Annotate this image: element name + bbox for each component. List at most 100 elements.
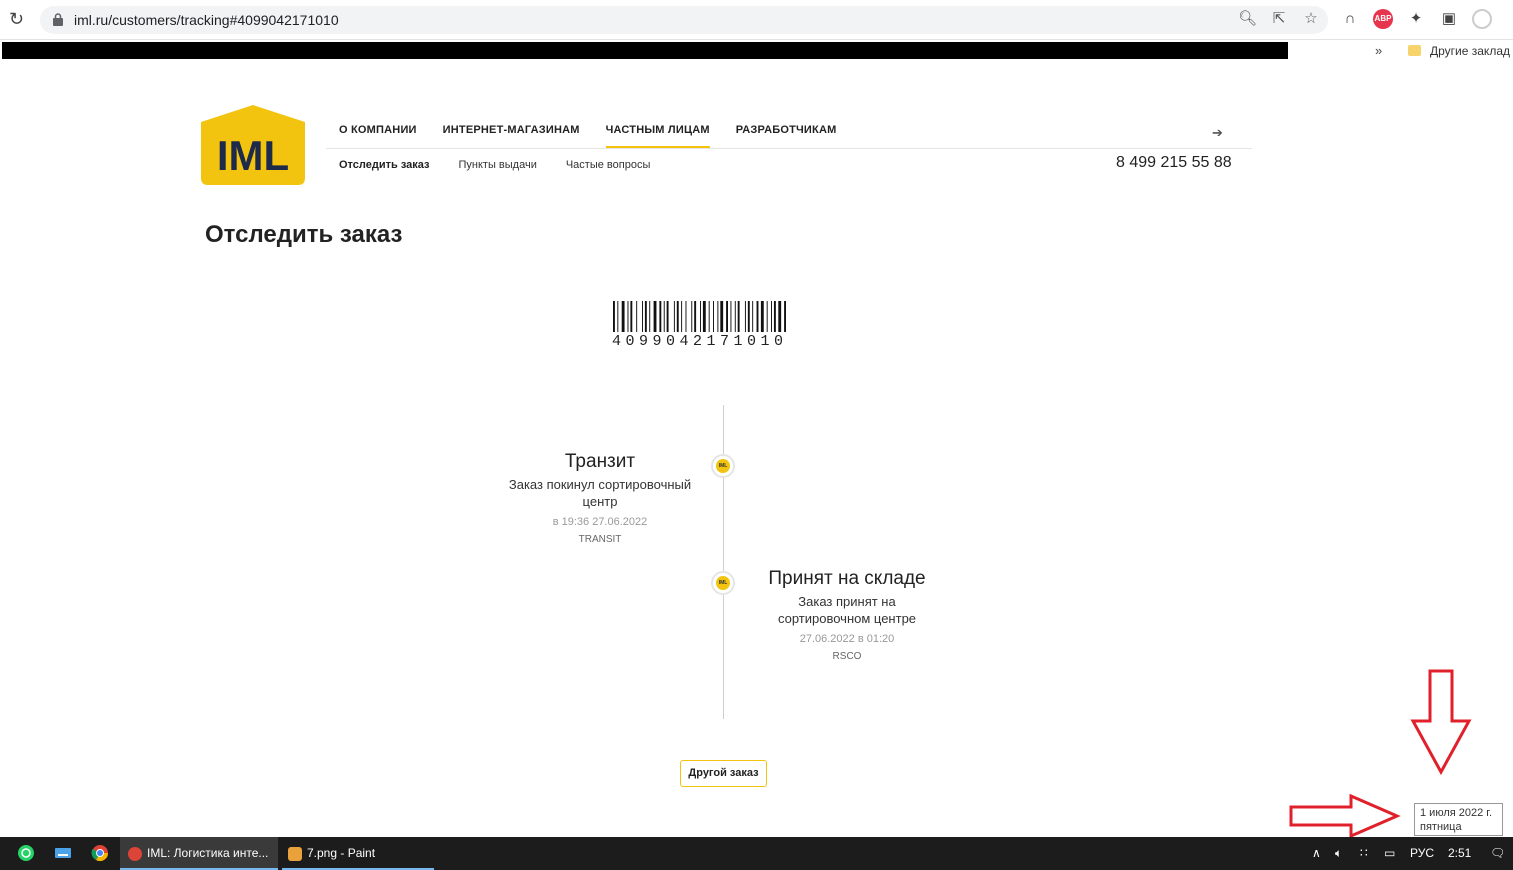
event-code: RSCO bbox=[832, 651, 862, 662]
barcode-bar bbox=[649, 301, 651, 332]
timeline-line bbox=[723, 405, 724, 719]
event-description: Заказ покинул сортировочный центр bbox=[508, 477, 692, 509]
event-title: Транзит bbox=[564, 451, 636, 472]
windows-taskbar: IML: Логистика инте... 7.png - Paint ∧ 🔈… bbox=[0, 837, 1513, 870]
barcode-bar bbox=[691, 301, 693, 332]
menu-kebab-icon[interactable]: ⋮ bbox=[1505, 9, 1513, 29]
barcode-bar bbox=[713, 301, 714, 332]
clock[interactable]: 2:51 bbox=[1448, 837, 1471, 870]
taskbar-chrome-window[interactable]: IML: Логистика инте... bbox=[120, 837, 278, 870]
barcode-bar bbox=[659, 301, 662, 332]
tracking-number: 4099042171010 bbox=[612, 333, 788, 350]
barcode-bar bbox=[717, 301, 719, 332]
barcode-bar bbox=[773, 301, 776, 332]
barcode-bar bbox=[673, 301, 675, 332]
timeline-event-transit: Транзит Заказ покинул сортировочный цент… bbox=[490, 451, 710, 545]
taskbar-paint-window[interactable]: 7.png - Paint bbox=[282, 837, 434, 870]
barcode-bar bbox=[685, 301, 687, 332]
logo-text: IML bbox=[217, 132, 289, 179]
other-bookmarks-link[interactable]: Другие заклад bbox=[1430, 44, 1510, 58]
event-code: TRANSIT bbox=[578, 534, 622, 545]
barcode-bar bbox=[613, 301, 615, 332]
folder-icon bbox=[1408, 45, 1421, 56]
barcode-bar bbox=[702, 301, 706, 332]
bookmarks-bar: » Другие заклад bbox=[0, 40, 1513, 62]
url-text: iml.ru/customers/tracking#4099042171010 bbox=[74, 12, 339, 28]
barcode-bar bbox=[720, 301, 724, 332]
barcode-bar bbox=[744, 301, 746, 332]
barcode-bar bbox=[617, 301, 619, 332]
other-order-button[interactable]: Другой заказ bbox=[680, 760, 767, 787]
nav-about[interactable]: О КОМПАНИИ bbox=[339, 124, 417, 136]
whatsapp-icon[interactable] bbox=[17, 844, 35, 862]
extensions-puzzle-icon[interactable]: ✦ bbox=[1406, 9, 1426, 29]
browser-toolbar: ↻ iml.ru/customers/tracking#409904217101… bbox=[0, 0, 1513, 40]
keyboard-icon[interactable] bbox=[54, 844, 72, 862]
volume-icon[interactable]: 🔈︎ bbox=[1335, 837, 1342, 870]
barcode-bar bbox=[676, 301, 679, 332]
timeline-marker-iml-icon: IML bbox=[711, 571, 735, 595]
barcode-bar bbox=[694, 301, 697, 332]
network-icon[interactable]: ∷ bbox=[1360, 837, 1368, 870]
main-nav: О КОМПАНИИ ИНТЕРНЕТ-МАГАЗИНАМ ЧАСТНЫМ ЛИ… bbox=[339, 124, 862, 148]
barcode-bar bbox=[756, 301, 759, 332]
phone-number[interactable]: 8 499 215 55 88 bbox=[1116, 154, 1232, 172]
chrome-small-icon bbox=[128, 846, 142, 861]
nav-divider bbox=[326, 148, 1252, 149]
event-time: 27.06.2022 в 01:20 bbox=[799, 633, 895, 645]
barcode-bar bbox=[726, 301, 728, 332]
barcode-bar bbox=[747, 301, 750, 332]
battery-icon[interactable]: ▭ bbox=[1384, 837, 1395, 870]
bookmarks-redacted-strip bbox=[2, 42, 1288, 59]
red-arrow-right-icon bbox=[1289, 794, 1401, 838]
barcode-bar bbox=[766, 301, 768, 332]
address-bar[interactable]: iml.ru/customers/tracking#4099042171010 … bbox=[40, 6, 1328, 34]
barcode-bar bbox=[752, 301, 754, 332]
share-icon[interactable]: ⇱ bbox=[1270, 10, 1288, 28]
headphones-icon[interactable]: ∩ bbox=[1340, 9, 1360, 29]
event-time: в 19:36 27.06.2022 bbox=[552, 516, 648, 528]
bookmarks-overflow-button[interactable]: » bbox=[1375, 43, 1382, 58]
side-panel-icon[interactable]: ▣ bbox=[1439, 9, 1459, 29]
barcode-bar bbox=[778, 301, 782, 332]
notifications-icon[interactable]: 🗨︎ bbox=[1490, 837, 1505, 870]
barcode-bar bbox=[784, 301, 786, 332]
barcode-bar bbox=[642, 301, 643, 332]
tray-chevron-icon[interactable]: ∧ bbox=[1312, 837, 1321, 870]
subnav-track-order[interactable]: Отследить заказ bbox=[339, 159, 430, 171]
barcode-bar bbox=[636, 301, 638, 332]
nav-private-persons[interactable]: ЧАСТНЫМ ЛИЦАМ bbox=[605, 124, 710, 148]
sub-nav: Отследить заказ Пункты выдачи Частые воп… bbox=[339, 159, 679, 171]
nav-developers[interactable]: РАЗРАБОТЧИКАМ bbox=[736, 124, 837, 136]
reload-icon[interactable]: ↻ bbox=[9, 10, 27, 28]
barcode-bar bbox=[644, 301, 647, 332]
barcode-bar bbox=[708, 301, 710, 332]
barcode-bar bbox=[666, 301, 669, 332]
event-description: Заказ принят на сортировочном центре bbox=[777, 594, 917, 626]
barcode-bar bbox=[737, 301, 740, 332]
lock-icon bbox=[53, 13, 63, 26]
login-icon[interactable]: ➔ bbox=[1212, 125, 1223, 141]
adblock-icon[interactable]: ABP bbox=[1373, 9, 1393, 29]
barcode-bar bbox=[653, 301, 657, 332]
timeline-marker-iml-icon: IML bbox=[711, 454, 735, 478]
barcode-bar bbox=[730, 301, 732, 332]
profile-avatar-icon[interactable] bbox=[1472, 9, 1492, 29]
barcode-bar bbox=[700, 301, 701, 332]
barcode-bar bbox=[627, 301, 629, 332]
paint-icon bbox=[288, 846, 302, 861]
chrome-icon[interactable] bbox=[91, 844, 109, 862]
iml-logo[interactable]: IML bbox=[199, 104, 307, 186]
timeline-event-accepted: Принят на складе Заказ принят на сортиро… bbox=[737, 568, 957, 662]
page-title: Отследить заказ bbox=[205, 221, 403, 248]
barcode-bar bbox=[681, 301, 683, 332]
bookmark-star-icon[interactable]: ☆ bbox=[1302, 10, 1320, 28]
barcode-bar bbox=[663, 301, 665, 332]
language-indicator[interactable]: РУС bbox=[1410, 837, 1434, 870]
barcode-bar bbox=[734, 301, 736, 332]
subnav-pickup-points[interactable]: Пункты выдачи bbox=[459, 159, 537, 171]
subnav-faq[interactable]: Частые вопросы bbox=[566, 159, 651, 171]
red-arrow-down-icon bbox=[1410, 669, 1472, 775]
zoom-icon[interactable]: 🔍︎ bbox=[1238, 10, 1257, 28]
nav-online-shops[interactable]: ИНТЕРНЕТ-МАГАЗИНАМ bbox=[443, 124, 580, 136]
